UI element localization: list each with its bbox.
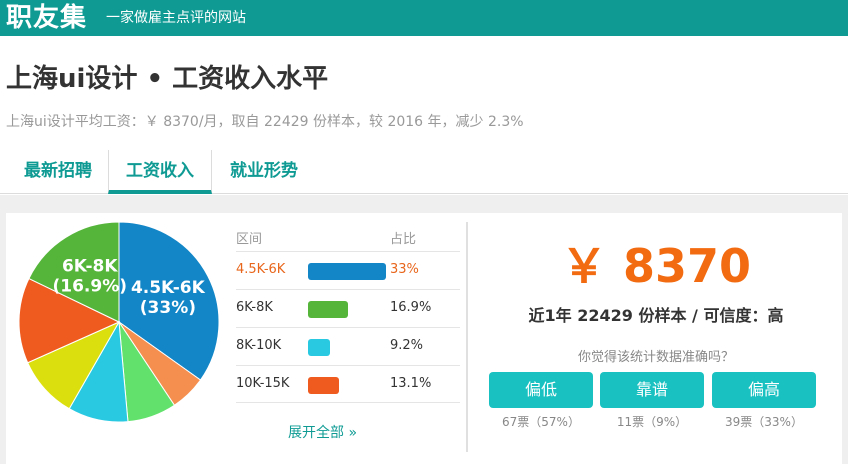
table-row[interactable]: 8K-10K 9.2% bbox=[236, 327, 460, 365]
pie-label: (33%) bbox=[140, 298, 196, 318]
page-title: 上海ui设计 • 工资收入水平 bbox=[6, 64, 329, 94]
site-logo[interactable]: 职友集 bbox=[6, 0, 87, 36]
panel-divider bbox=[466, 222, 468, 452]
table-row[interactable]: 4.5K-6K 33% bbox=[236, 251, 460, 289]
range-label: 10K-15K bbox=[236, 376, 290, 391]
share-bar bbox=[308, 263, 386, 280]
range-column-header: 区间 bbox=[236, 232, 263, 247]
pie-label: 4.5K-6K bbox=[131, 278, 206, 298]
range-label: 8K-10K bbox=[236, 338, 282, 353]
range-label: 4.5K-6K bbox=[236, 262, 286, 277]
share-column-header: 占比 bbox=[390, 232, 417, 247]
tab-bar: 最新招聘 工资收入 就业形势 bbox=[0, 150, 848, 194]
vote-accurate-count: 11票（9%） bbox=[616, 415, 688, 429]
salary-pie-chart: 4.5K-6K(33%) 6K-8K(16.9%) bbox=[18, 221, 220, 423]
share-value: 33% bbox=[390, 262, 419, 277]
tab-salary[interactable]: 工资收入 bbox=[108, 150, 212, 194]
share-bar bbox=[308, 377, 339, 394]
vote-high-count: 39票（33%） bbox=[725, 415, 803, 429]
share-bar bbox=[308, 339, 330, 356]
top-bar: 职友集 一家做雇主点评的网站 bbox=[0, 0, 848, 36]
range-label: 6K-8K bbox=[236, 300, 273, 315]
pie-label: 6K-8K bbox=[62, 256, 118, 276]
vote-low-button[interactable]: 偏低 bbox=[489, 372, 593, 408]
vote-high-button[interactable]: 偏高 bbox=[712, 372, 816, 408]
table-row[interactable]: 10K-15K 13.1% bbox=[236, 365, 460, 403]
accuracy-question: 你觉得该统计数据准确吗？ bbox=[577, 350, 734, 365]
salary-summary: 上海ui设计平均工资：￥ 8370/月，取自 22429 份样本，较 2016 … bbox=[6, 114, 524, 130]
tab-latest-jobs[interactable]: 最新招聘 bbox=[8, 150, 108, 194]
average-salary: ￥ 8370 bbox=[560, 239, 752, 293]
table-row[interactable]: 6K-8K 16.9% bbox=[236, 289, 460, 327]
expand-all-link[interactable]: 展开全部 » bbox=[288, 422, 357, 442]
tab-employment[interactable]: 就业形势 bbox=[212, 150, 316, 194]
share-value: 16.9% bbox=[390, 300, 432, 315]
sample-info: 近1年 22429 份样本 / 可信度：高 bbox=[528, 306, 784, 325]
share-value: 9.2% bbox=[390, 338, 424, 353]
site-slogan: 一家做雇主点评的网站 bbox=[106, 10, 246, 26]
share-bar bbox=[308, 301, 348, 318]
pie-label: (16.9%) bbox=[52, 276, 127, 296]
vote-low-count: 67票（57%） bbox=[502, 415, 580, 429]
vote-accurate-button[interactable]: 靠谱 bbox=[600, 372, 704, 408]
share-value: 13.1% bbox=[390, 376, 432, 391]
